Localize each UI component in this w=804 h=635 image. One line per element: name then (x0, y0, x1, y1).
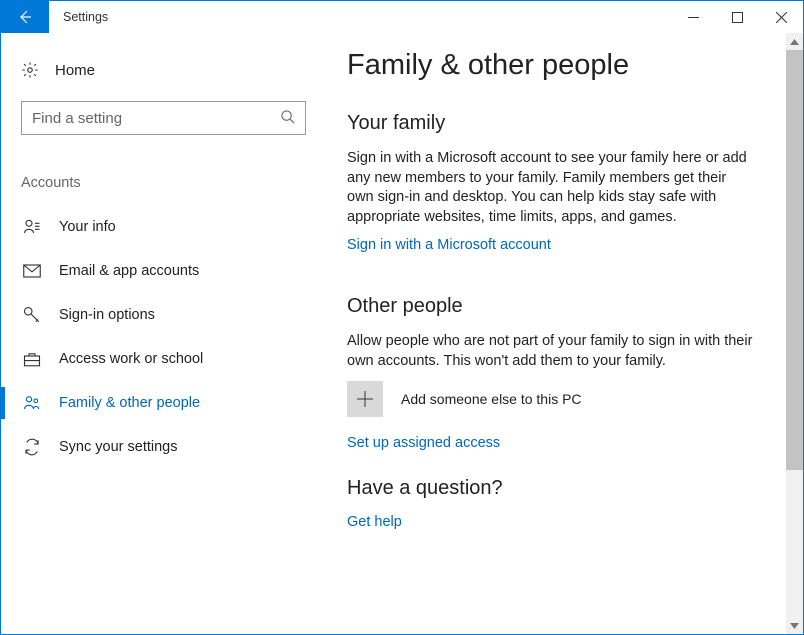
sidebar-section-header: Accounts (21, 175, 313, 191)
scroll-up-button[interactable] (786, 33, 803, 50)
scroll-thumb[interactable] (786, 50, 803, 470)
signin-microsoft-link[interactable]: Sign in with a Microsoft account (347, 237, 756, 253)
add-button[interactable] (347, 381, 383, 417)
sidebar-item-label: Sign-in options (59, 307, 155, 323)
search-input[interactable] (32, 110, 280, 127)
minimize-icon (688, 12, 699, 23)
family-icon (23, 394, 41, 412)
sidebar-item-label: Email & app accounts (59, 263, 199, 279)
search-icon (280, 109, 295, 127)
sidebar-item-label: Your info (59, 219, 116, 235)
window-title: Settings (49, 1, 671, 33)
other-body: Allow people who are not part of your fa… (347, 332, 756, 371)
gear-icon (21, 61, 39, 79)
family-heading: Your family (347, 112, 756, 135)
sidebar-item-family[interactable]: Family & other people (21, 381, 313, 425)
sidebar-item-signin[interactable]: Sign-in options (21, 293, 313, 337)
content-pane: Family & other people Your family Sign i… (313, 33, 786, 634)
maximize-icon (732, 12, 743, 23)
get-help-link[interactable]: Get help (347, 514, 756, 530)
sidebar-item-label: Sync your settings (59, 439, 177, 455)
question-section: Have a question? Get help (347, 477, 756, 530)
home-label: Home (55, 62, 95, 79)
chevron-up-icon (790, 39, 799, 45)
sidebar-item-email[interactable]: Email & app accounts (21, 249, 313, 293)
family-body: Sign in with a Microsoft account to see … (347, 149, 756, 227)
scrollbar[interactable] (786, 33, 803, 634)
back-arrow-icon (17, 9, 33, 25)
maximize-button[interactable] (715, 1, 759, 33)
close-icon (776, 12, 787, 23)
home-nav[interactable]: Home (21, 57, 313, 83)
briefcase-icon (23, 350, 41, 368)
sidebar-item-label: Family & other people (59, 395, 200, 411)
sidebar-item-sync[interactable]: Sync your settings (21, 425, 313, 469)
window-controls (671, 1, 803, 33)
title-bar: Settings (1, 1, 803, 33)
key-icon (23, 306, 41, 324)
add-someone-label: Add someone else to this PC (401, 391, 582, 407)
add-someone-row[interactable]: Add someone else to this PC (347, 381, 756, 417)
plus-icon (355, 389, 375, 409)
assigned-access-link[interactable]: Set up assigned access (347, 435, 756, 451)
other-people-section: Other people Allow people who are not pa… (347, 295, 756, 451)
page-title: Family & other people (347, 49, 756, 82)
family-section: Your family Sign in with a Microsoft acc… (347, 112, 756, 253)
sidebar-item-your-info[interactable]: Your info (21, 205, 313, 249)
back-button[interactable] (1, 1, 49, 33)
minimize-button[interactable] (671, 1, 715, 33)
sync-icon (23, 438, 41, 456)
mail-icon (23, 262, 41, 280)
sidebar-item-label: Access work or school (59, 351, 203, 367)
chevron-down-icon (790, 623, 799, 629)
user-icon (23, 218, 41, 236)
sidebar: Home Accounts Your info (1, 33, 313, 634)
scroll-down-button[interactable] (786, 617, 803, 634)
other-heading: Other people (347, 295, 756, 318)
search-box[interactable] (21, 101, 306, 135)
close-button[interactable] (759, 1, 803, 33)
question-heading: Have a question? (347, 477, 756, 500)
sidebar-item-work[interactable]: Access work or school (21, 337, 313, 381)
